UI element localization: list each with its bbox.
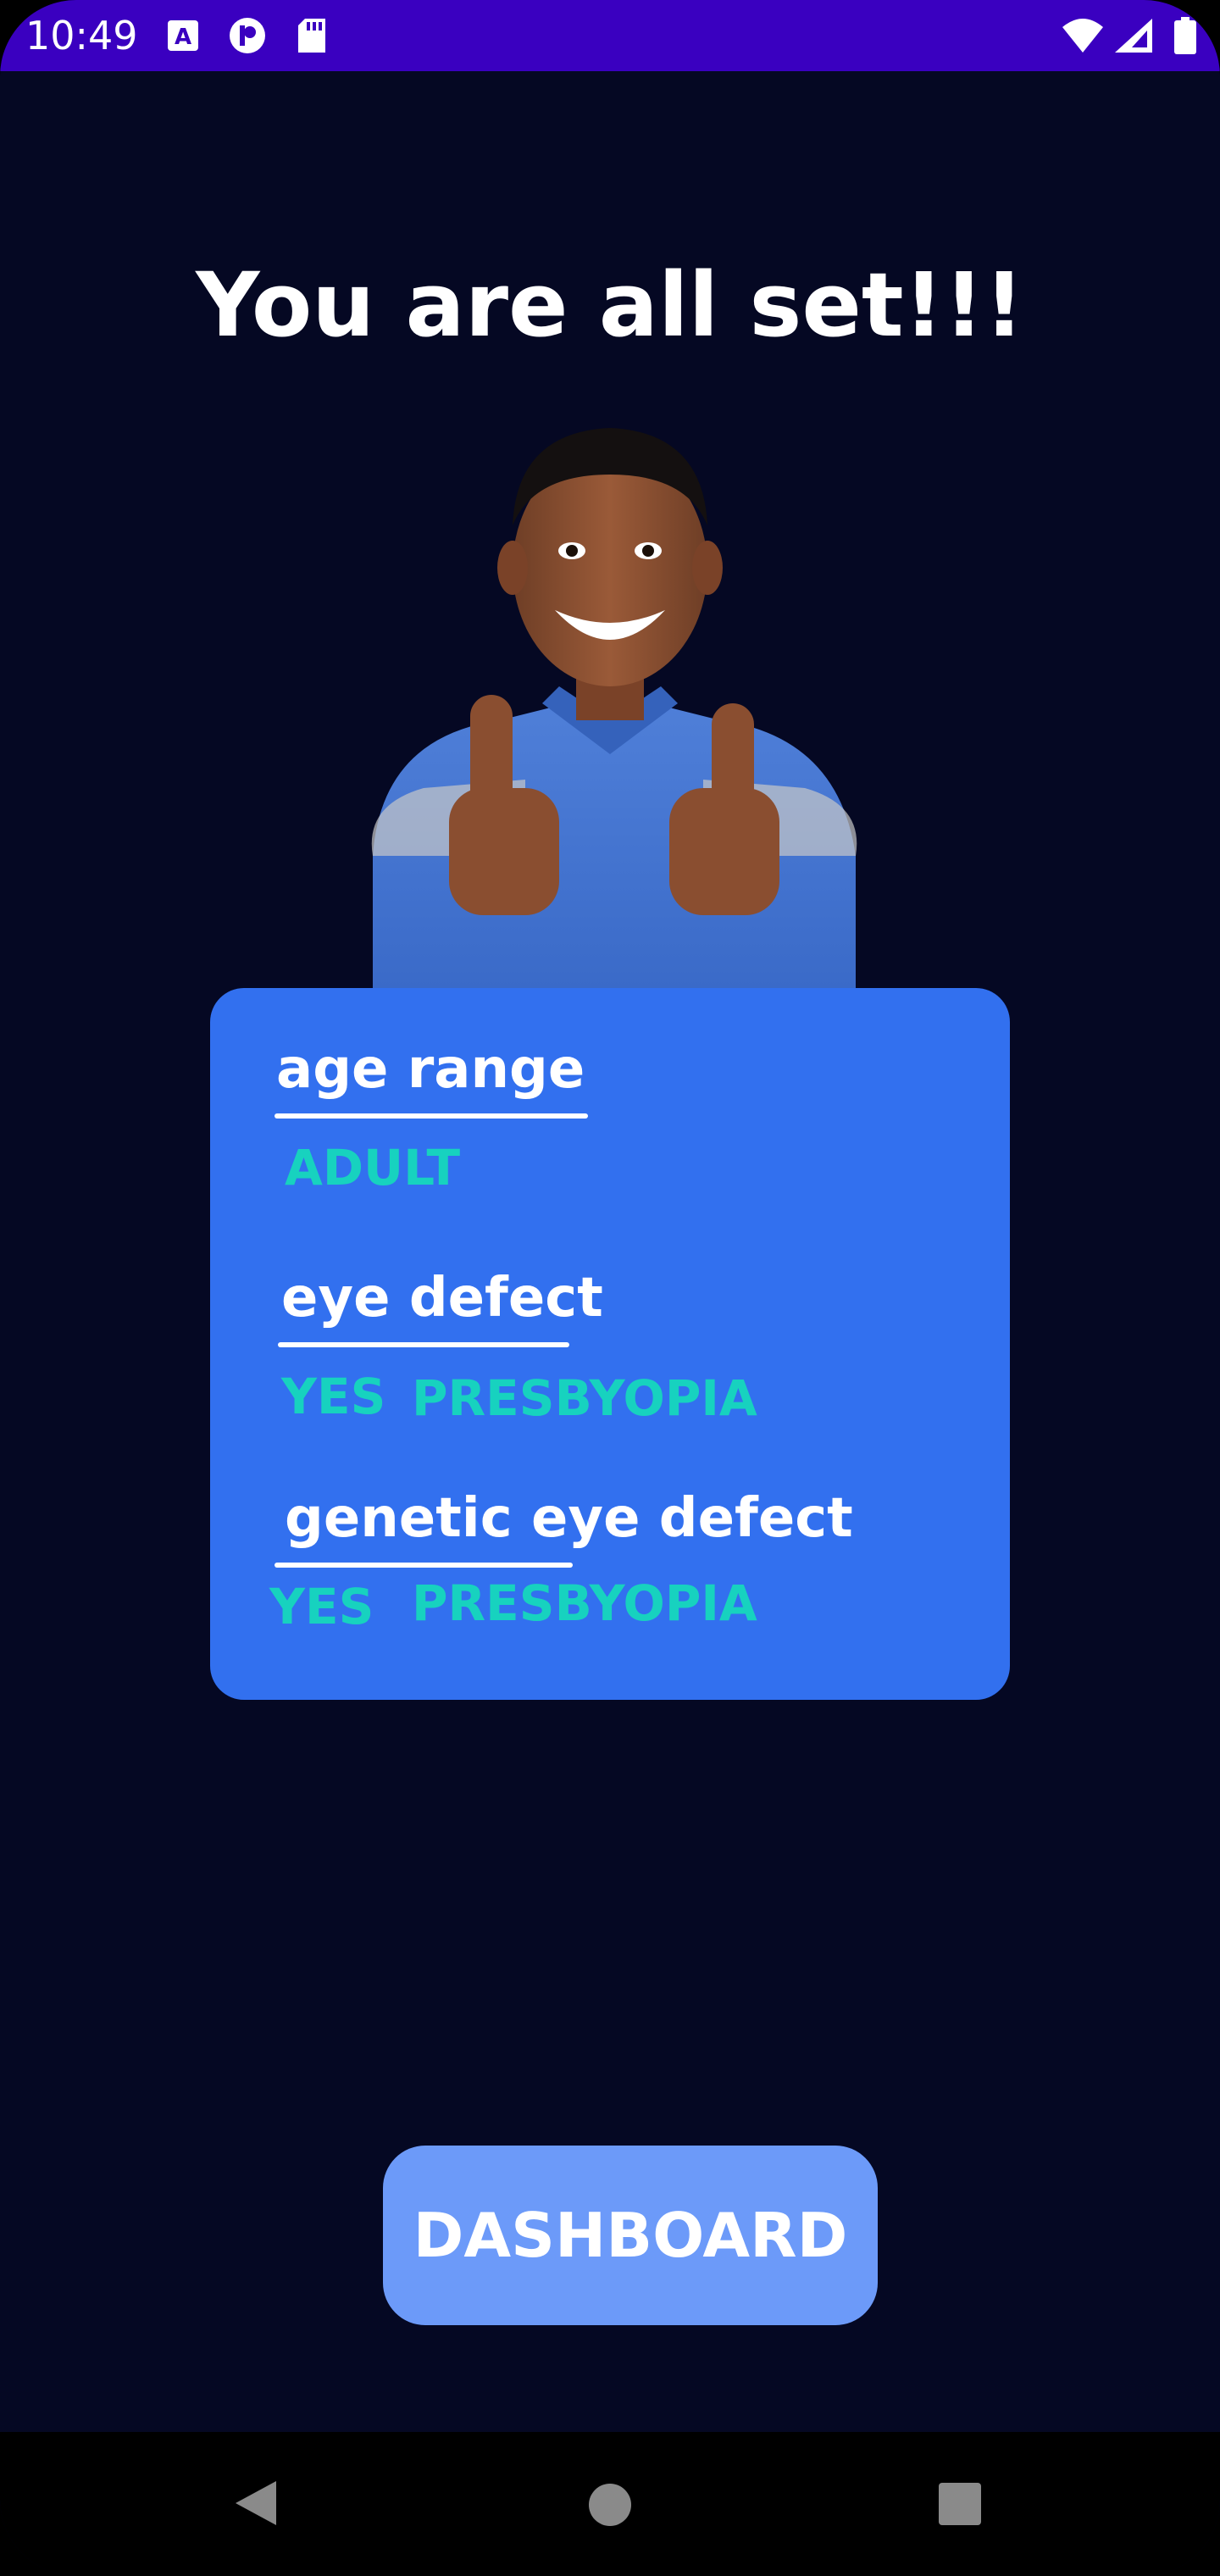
genetic-eye-defect-label: genetic eye defect <box>285 1487 853 1550</box>
page-title: You are all set!!! <box>196 253 1024 357</box>
eye-defect-answer: YES <box>281 1368 386 1425</box>
back-icon[interactable] <box>232 2479 278 2527</box>
status-bar: 10:49 A <box>0 0 1220 71</box>
age-range-label: age range <box>276 1038 585 1101</box>
genetic-eye-defect-type: PRESBYOPIA <box>412 1574 757 1632</box>
battery-icon <box>1174 17 1196 54</box>
genetic-eye-defect-answer: YES <box>269 1578 374 1635</box>
wifi-icon <box>1062 19 1103 53</box>
signal-icon <box>1115 19 1152 53</box>
profile-summary-card: age range ADULT eye defect YES PRESBYOPI… <box>210 988 1010 1700</box>
age-range-value: ADULT <box>285 1139 461 1196</box>
thumbs-up-person-image <box>371 428 857 991</box>
svg-text:A: A <box>175 25 191 50</box>
p-app-icon <box>230 18 265 53</box>
eye-defect-underline <box>278 1342 569 1347</box>
sd-card-icon <box>298 19 325 53</box>
age-range-underline <box>274 1113 588 1119</box>
navigation-bar <box>0 2432 1220 2576</box>
dashboard-button[interactable]: DASHBOARD <box>383 2146 878 2325</box>
eye-defect-label: eye defect <box>281 1267 603 1330</box>
eye-defect-type: PRESBYOPIA <box>412 1369 757 1427</box>
app-screen: 10:49 A You are all set!!! age range ADU… <box>0 0 1220 2576</box>
text-a-icon: A <box>168 20 198 51</box>
status-time: 10:49 <box>25 13 138 58</box>
home-icon[interactable] <box>588 2483 632 2527</box>
genetic-eye-defect-underline <box>274 1563 573 1568</box>
recents-icon[interactable] <box>937 2481 983 2527</box>
